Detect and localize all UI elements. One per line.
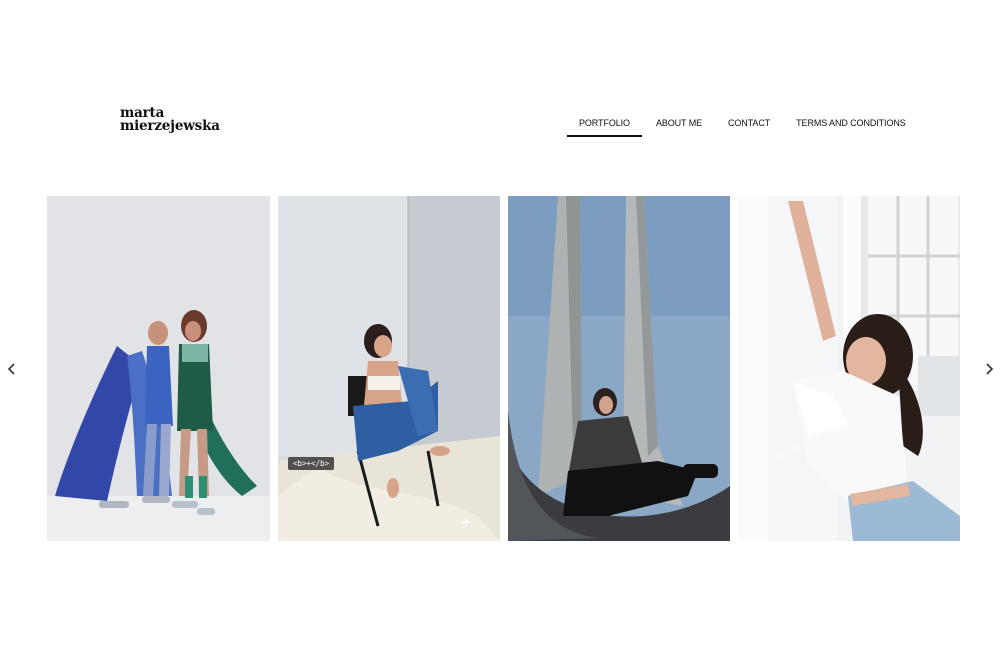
main-nav: PORTFOLIO ABOUT ME CONTACT TERMS AND CON… <box>566 116 919 138</box>
nav-item-contact[interactable]: CONTACT <box>715 116 783 138</box>
gallery-photo[interactable] <box>508 196 730 541</box>
nav-item-about-me[interactable]: ABOUT ME <box>643 116 715 138</box>
code-badge: <b>+</b> <box>288 457 335 470</box>
chevron-left-icon[interactable] <box>5 361 19 377</box>
nav-item-portfolio[interactable]: PORTFOLIO <box>566 116 643 138</box>
chevron-right-icon[interactable] <box>982 361 996 377</box>
gallery-photo[interactable] <box>47 196 270 541</box>
nav-item-terms[interactable]: TERMS AND CONDITIONS <box>783 116 919 138</box>
gallery-photo[interactable] <box>738 196 960 541</box>
plus-icon[interactable]: + <box>462 515 470 529</box>
gallery-photo[interactable]: <b>+</b> + <box>278 196 500 541</box>
logo-line-last: mierzejewska <box>120 118 220 134</box>
site-logo[interactable]: marta mierzejewska <box>120 106 220 134</box>
